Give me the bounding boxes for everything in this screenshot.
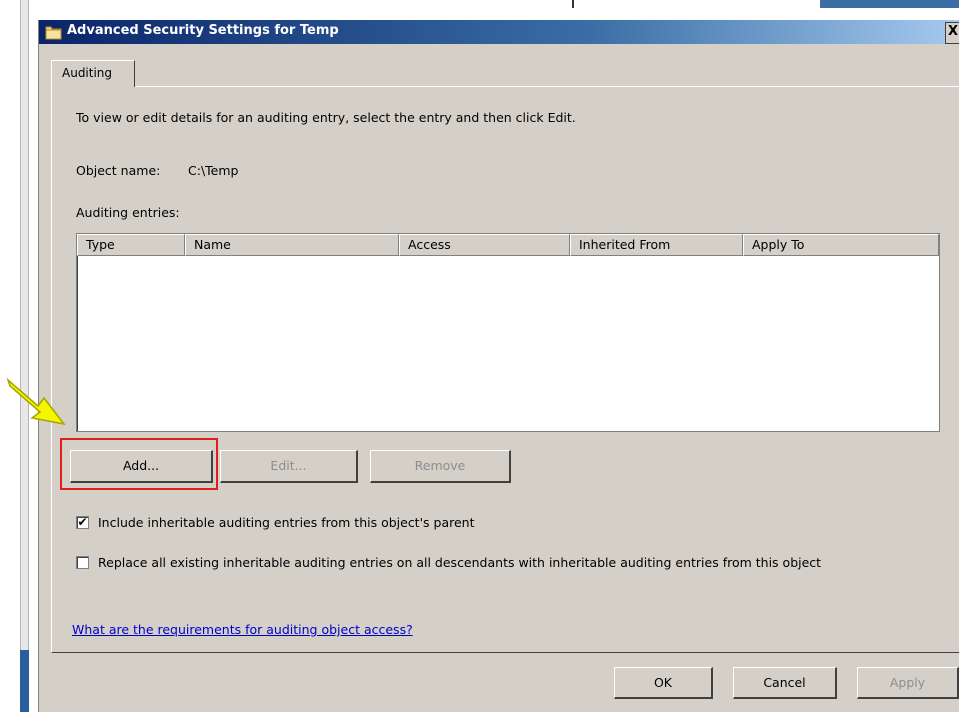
- tab-auditing-label: Auditing: [62, 66, 113, 80]
- replace-entries-label: Replace all existing inheritable auditin…: [98, 555, 822, 570]
- edit-button[interactable]: Edit...: [220, 450, 358, 483]
- object-name-value: C:\Temp: [188, 163, 239, 178]
- background-top: [550, 0, 959, 8]
- auditing-requirements-link[interactable]: What are the requirements for auditing o…: [72, 622, 413, 637]
- column-header-access[interactable]: Access: [399, 234, 570, 256]
- column-header-type[interactable]: Type: [77, 234, 185, 256]
- object-name-label: Object name:: [76, 163, 161, 178]
- tab-auditing[interactable]: Auditing: [51, 60, 135, 87]
- column-header-apply-to[interactable]: Apply To: [743, 234, 939, 256]
- yellow-arrow-icon: [6, 377, 66, 426]
- ok-button[interactable]: OK: [614, 667, 713, 699]
- auditing-entries-label: Auditing entries:: [76, 205, 180, 220]
- column-header-inherited-from[interactable]: Inherited From: [570, 234, 743, 256]
- add-button[interactable]: Add...: [70, 450, 213, 483]
- list-header: Type Name Access Inherited From Apply To: [77, 234, 939, 256]
- close-button[interactable]: X: [945, 22, 959, 44]
- remove-button[interactable]: Remove: [370, 450, 511, 483]
- background-window-edge: [20, 0, 29, 712]
- include-inheritable-label: Include inheritable auditing entries fro…: [98, 515, 475, 530]
- replace-entries-checkbox[interactable]: [76, 556, 89, 569]
- folder-icon: [45, 26, 62, 40]
- apply-button[interactable]: Apply: [857, 667, 959, 699]
- title-bar[interactable]: Advanced Security Settings for Temp X: [39, 20, 959, 44]
- include-inheritable-checkbox[interactable]: ✔: [76, 516, 89, 529]
- background-mark: [572, 0, 574, 8]
- instructions-text: To view or edit details for an auditing …: [76, 110, 576, 125]
- dialog-title: Advanced Security Settings for Temp: [67, 23, 339, 38]
- background-taskbar: [20, 650, 29, 712]
- column-header-name[interactable]: Name: [185, 234, 399, 256]
- cancel-button[interactable]: Cancel: [733, 667, 837, 699]
- background-blue-segment: [820, 0, 959, 8]
- auditing-entries-list[interactable]: Type Name Access Inherited From Apply To: [76, 233, 940, 432]
